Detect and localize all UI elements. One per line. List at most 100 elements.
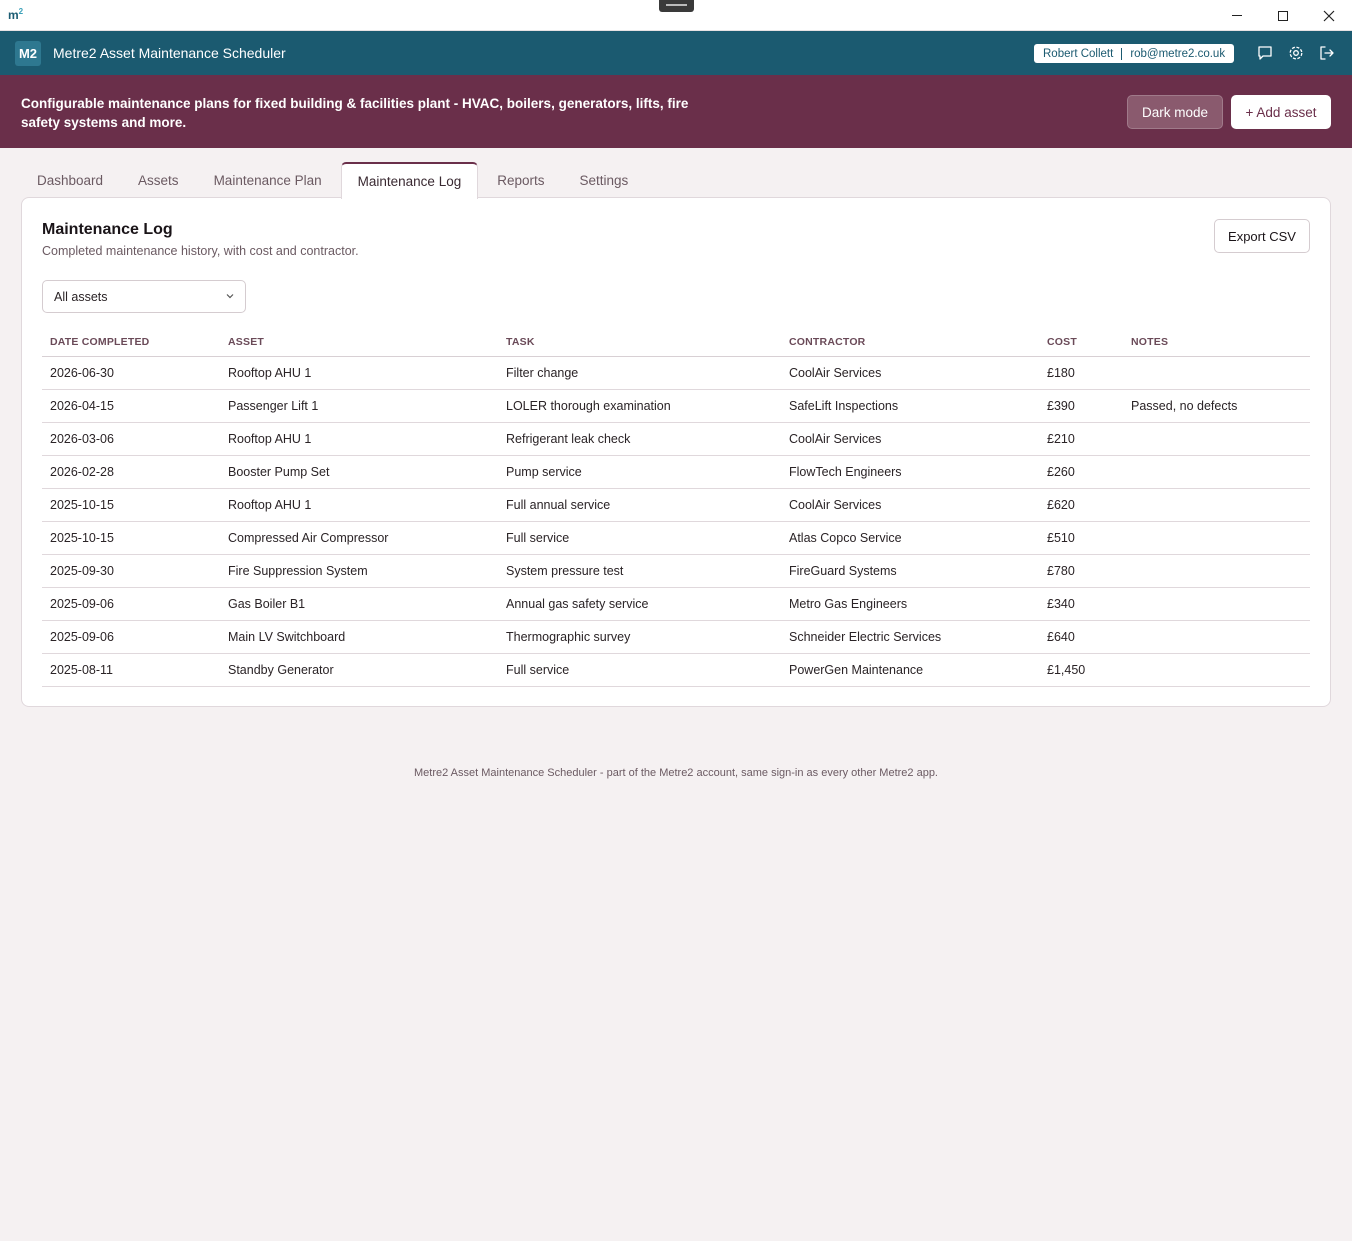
table-header-row: Date completed Asset Task Contractor Cos… (42, 328, 1310, 357)
tab-bar: Dashboard Assets Maintenance Plan Mainte… (21, 162, 647, 199)
app-title: Metre2 Asset Maintenance Scheduler (53, 45, 286, 61)
app-logo-icon: m2 (8, 7, 24, 22)
chevron-down-icon (226, 294, 234, 299)
table-row[interactable]: 2025-09-30 Fire Suppression System Syste… (42, 554, 1310, 588)
tab-dashboard[interactable]: Dashboard (21, 162, 119, 198)
cell-task: Full service (498, 653, 781, 687)
cell-asset: Rooftop AHU 1 (220, 356, 498, 390)
cell-date: 2025-09-30 (42, 554, 220, 588)
cell-notes (1123, 653, 1310, 687)
column-header[interactable]: Cost (1039, 328, 1123, 357)
user-name: Robert Collett (1034, 47, 1123, 60)
cell-contractor: CoolAir Services (781, 422, 1039, 456)
page-title: Maintenance Log (42, 221, 173, 238)
export-csv-button[interactable]: Export CSV (1214, 219, 1310, 253)
cell-date: 2025-09-06 (42, 587, 220, 621)
cell-contractor: Metro Gas Engineers (781, 587, 1039, 621)
cell-date: 2026-06-30 (42, 356, 220, 390)
tab-reports[interactable]: Reports (481, 162, 560, 198)
table-row[interactable]: 2025-09-06 Gas Boiler B1 Annual gas safe… (42, 587, 1310, 621)
table-row[interactable]: 2025-10-15 Rooftop AHU 1 Full annual ser… (42, 488, 1310, 522)
cell-date: 2025-10-15 (42, 521, 220, 555)
user-email: rob@metre2.co.uk (1130, 47, 1226, 60)
dark-mode-button[interactable]: Dark mode (1127, 95, 1223, 129)
column-header[interactable]: Task (498, 328, 781, 357)
cell-asset: Booster Pump Set (220, 455, 498, 489)
cell-task: Refrigerant leak check (498, 422, 781, 456)
maximize-button[interactable] (1260, 0, 1306, 31)
column-header[interactable]: Contractor (781, 328, 1039, 357)
tab-maintenance-log[interactable]: Maintenance Log (340, 162, 479, 199)
cell-task: Thermographic survey (498, 620, 781, 654)
window-titlebar: m2 (0, 0, 1352, 31)
cell-asset: Passenger Lift 1 (220, 389, 498, 423)
cell-task: Annual gas safety service (498, 587, 781, 621)
page-subtitle: Completed maintenance history, with cost… (42, 244, 359, 258)
cell-cost: £180 (1039, 356, 1123, 390)
table-row[interactable]: 2026-06-30 Rooftop AHU 1 Filter change C… (42, 356, 1310, 390)
user-chip[interactable]: Robert Collett rob@metre2.co.uk (1034, 44, 1234, 63)
cell-cost: £210 (1039, 422, 1123, 456)
maximize-icon (1278, 10, 1288, 21)
cell-task: Full service (498, 521, 781, 555)
add-asset-button[interactable]: + Add asset (1231, 95, 1331, 129)
column-header[interactable]: Notes (1123, 328, 1310, 357)
app-header: M2 Metre2 Asset Maintenance Scheduler Ro… (0, 31, 1352, 75)
cell-asset: Gas Boiler B1 (220, 587, 498, 621)
cell-date: 2026-02-28 (42, 455, 220, 489)
window-drag-handle[interactable] (659, 0, 694, 12)
cell-asset: Rooftop AHU 1 (220, 422, 498, 456)
cell-contractor: FireGuard Systems (781, 554, 1039, 588)
table-row[interactable]: 2025-09-06 Main LV Switchboard Thermogra… (42, 620, 1310, 654)
chat-icon[interactable] (1257, 45, 1273, 61)
column-header[interactable]: Date completed (42, 328, 220, 357)
cell-date: 2025-09-06 (42, 620, 220, 654)
cell-contractor: PowerGen Maintenance (781, 653, 1039, 687)
cell-asset: Standby Generator (220, 653, 498, 687)
cell-cost: £340 (1039, 587, 1123, 621)
table-row[interactable]: 2026-03-06 Rooftop AHU 1 Refrigerant lea… (42, 422, 1310, 456)
tab-assets[interactable]: Assets (122, 162, 195, 198)
table-row[interactable]: 2025-10-15 Compressed Air Compressor Ful… (42, 521, 1310, 555)
cell-notes (1123, 422, 1310, 456)
cell-notes (1123, 488, 1310, 522)
cell-task: Pump service (498, 455, 781, 489)
maintenance-log-table: Date completed Asset Task Contractor Cos… (42, 328, 1310, 687)
cell-notes (1123, 587, 1310, 621)
sign-out-icon[interactable] (1319, 45, 1335, 61)
cell-cost: £1,450 (1039, 653, 1123, 687)
cell-contractor: FlowTech Engineers (781, 455, 1039, 489)
minimize-button[interactable] (1214, 0, 1260, 31)
cell-date: 2025-08-11 (42, 653, 220, 687)
cell-asset: Rooftop AHU 1 (220, 488, 498, 522)
gear-icon[interactable] (1288, 45, 1304, 61)
hero-banner: Configurable maintenance plans for fixed… (0, 75, 1352, 148)
close-button[interactable] (1306, 0, 1352, 31)
cell-contractor: SafeLift Inspections (781, 389, 1039, 423)
cell-task: LOLER thorough examination (498, 389, 781, 423)
cell-asset: Fire Suppression System (220, 554, 498, 588)
cell-task: System pressure test (498, 554, 781, 588)
table-row[interactable]: 2026-04-15 Passenger Lift 1 LOLER thorou… (42, 389, 1310, 423)
cell-asset: Compressed Air Compressor (220, 521, 498, 555)
tab-settings[interactable]: Settings (564, 162, 645, 198)
cell-date: 2026-03-06 (42, 422, 220, 456)
cell-cost: £640 (1039, 620, 1123, 654)
column-header[interactable]: Asset (220, 328, 498, 357)
cell-cost: £620 (1039, 488, 1123, 522)
cell-notes (1123, 554, 1310, 588)
cell-contractor: CoolAir Services (781, 488, 1039, 522)
cell-notes (1123, 356, 1310, 390)
table-row[interactable]: 2026-02-28 Booster Pump Set Pump service… (42, 455, 1310, 489)
footer-text: Metre2 Asset Maintenance Scheduler - par… (414, 767, 938, 779)
cell-notes (1123, 455, 1310, 489)
cell-contractor: CoolAir Services (781, 356, 1039, 390)
cell-notes (1123, 521, 1310, 555)
asset-filter-select[interactable]: All assets (42, 280, 246, 313)
cell-task: Filter change (498, 356, 781, 390)
cell-asset: Main LV Switchboard (220, 620, 498, 654)
table-row[interactable]: 2025-08-11 Standby Generator Full servic… (42, 653, 1310, 687)
tab-maintenance-plan[interactable]: Maintenance Plan (198, 162, 338, 198)
cell-cost: £260 (1039, 455, 1123, 489)
cell-notes (1123, 620, 1310, 654)
